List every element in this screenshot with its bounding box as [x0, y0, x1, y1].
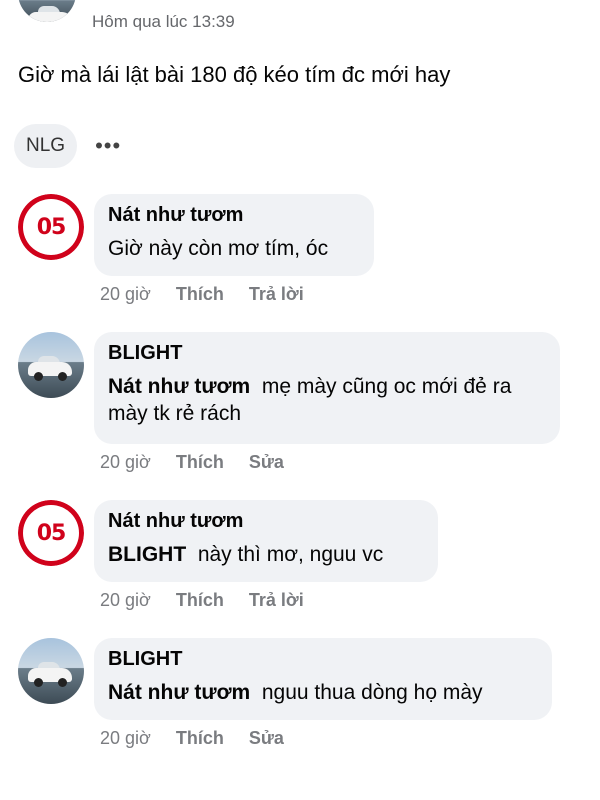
- logo-text: 05: [36, 520, 67, 546]
- post-timestamp[interactable]: Hôm qua lúc 13:39: [92, 12, 235, 32]
- comment-message: này thì mơ, nguu vc: [197, 543, 384, 566]
- reply-button[interactable]: Trả lời: [249, 284, 304, 304]
- comment-time[interactable]: 20 giờ: [100, 728, 151, 748]
- more-options-icon[interactable]: •••: [95, 135, 121, 157]
- comment-time[interactable]: 20 giờ: [100, 452, 151, 472]
- like-button[interactable]: Thích: [176, 284, 224, 304]
- car-photo-icon: [18, 638, 84, 704]
- edit-button[interactable]: Sửa: [249, 728, 284, 748]
- commenter-avatar[interactable]: 05: [18, 500, 84, 566]
- comment-text: BLIGHT này thì mơ, nguu vc: [108, 541, 424, 568]
- comment-text: Nát như tươm nguu thua dòng họ mày: [108, 679, 538, 706]
- comment-bubble: BLIGHT Nát như tươm nguu thua dòng họ mà…: [94, 638, 552, 720]
- post-text: Giờ mà lái lật bài 180 độ kéo tím đc mới…: [18, 62, 451, 87]
- reaction-row: NLG •••: [14, 124, 121, 168]
- comment-author[interactable]: Nát như tươm: [108, 510, 424, 533]
- comment-author[interactable]: Nát như tươm: [108, 204, 360, 227]
- mainz-logo-icon: 05: [18, 194, 84, 260]
- logo-text: 05: [36, 214, 67, 240]
- reply-button[interactable]: Trả lời: [249, 590, 304, 610]
- car-photo-icon: [18, 0, 76, 22]
- post-header: [18, 0, 76, 40]
- like-button[interactable]: Thích: [176, 452, 224, 472]
- commenter-avatar[interactable]: [18, 332, 84, 398]
- reaction-chip[interactable]: NLG: [14, 124, 78, 168]
- comment-text: Nát như tươm mẹ mày cũng oc mới đẻ ra mà…: [108, 373, 546, 428]
- comment-bubble: Nát như tươm BLIGHT này thì mơ, nguu vc: [94, 500, 438, 582]
- commenter-avatar[interactable]: [18, 638, 84, 704]
- comment-meta: 20 giờ Thích Trả lời: [100, 284, 324, 305]
- comment-author[interactable]: BLIGHT: [108, 648, 538, 671]
- comment-message: Giờ này còn mơ tím, óc: [108, 237, 329, 260]
- comment-bubble: Nát như tươm Giờ này còn mơ tím, óc: [94, 194, 374, 276]
- comment-author[interactable]: BLIGHT: [108, 342, 546, 365]
- commenter-avatar[interactable]: 05: [18, 194, 84, 260]
- mention-tag[interactable]: Nát như tươm: [108, 681, 250, 704]
- comment-time[interactable]: 20 giờ: [100, 284, 151, 304]
- comment-bubble: BLIGHT Nát như tươm mẹ mày cũng oc mới đ…: [94, 332, 560, 444]
- like-button[interactable]: Thích: [176, 728, 224, 748]
- comment-meta: 20 giờ Thích Sửa: [100, 728, 304, 749]
- comment-meta: 20 giờ Thích Sửa: [100, 452, 304, 473]
- mention-tag[interactable]: Nát như tươm: [108, 375, 250, 398]
- mention-tag[interactable]: BLIGHT: [108, 543, 186, 566]
- edit-button[interactable]: Sửa: [249, 452, 284, 472]
- mainz-logo-icon: 05: [18, 500, 84, 566]
- comment-time[interactable]: 20 giờ: [100, 590, 151, 610]
- comment-meta: 20 giờ Thích Trả lời: [100, 590, 324, 611]
- like-button[interactable]: Thích: [176, 590, 224, 610]
- post-author-avatar[interactable]: [18, 0, 76, 22]
- car-photo-icon: [18, 332, 84, 398]
- comment-message: nguu thua dòng họ mày: [261, 681, 483, 704]
- comment-text: Giờ này còn mơ tím, óc: [108, 235, 360, 262]
